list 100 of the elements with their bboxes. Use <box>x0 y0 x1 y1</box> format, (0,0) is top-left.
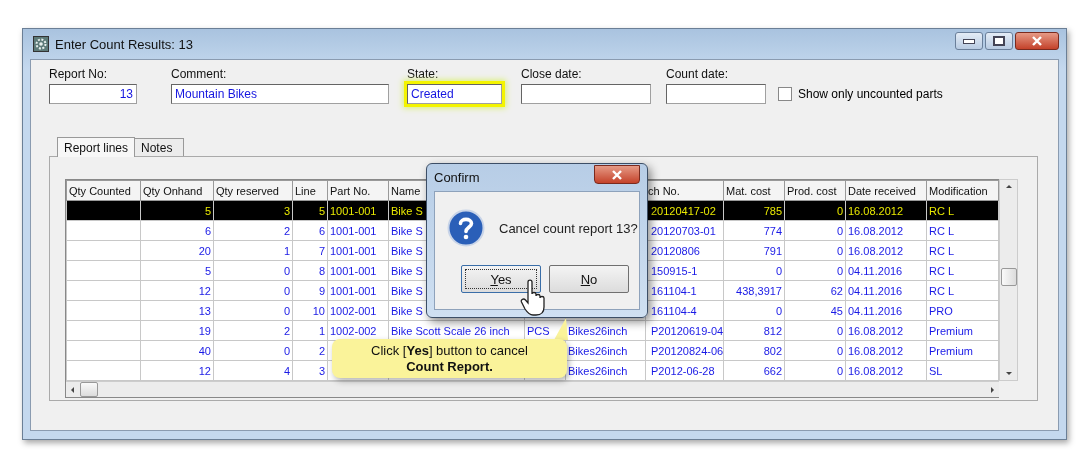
table-cell: SL <box>929 364 943 377</box>
table-cell: 5 <box>204 204 211 217</box>
table-cell: 0 <box>836 364 843 377</box>
table-cell: 12 <box>198 284 211 297</box>
table-cell: 1001-001 <box>330 244 377 257</box>
table-cell: 45 <box>830 304 843 317</box>
input-field[interactable]: 13 <box>49 84 137 104</box>
table-cell: Bike Scott Scale 26 inch <box>391 324 510 337</box>
checkbox-label: Show only uncounted parts <box>798 87 943 101</box>
scroll-thumb[interactable] <box>80 382 98 397</box>
table-cell: 8 <box>318 264 325 277</box>
table-cell: 0 <box>836 204 843 217</box>
table-cell: 6 <box>318 224 325 237</box>
table-cell: PCS <box>527 324 550 337</box>
table-cell: 04.11.2016 <box>848 284 903 297</box>
table-cell: 16.08.2012 <box>848 324 904 337</box>
table-cell: 20120806 <box>651 244 700 257</box>
field-label: Report No: <box>49 67 109 81</box>
table-cell: 5 <box>318 204 325 217</box>
table-cell: 0 <box>836 344 843 357</box>
table-cell: 812 <box>763 324 782 337</box>
maximize-button[interactable] <box>985 32 1013 50</box>
table-cell: 10 <box>312 304 325 317</box>
table-cell: 1 <box>283 244 290 257</box>
checkbox[interactable] <box>778 87 792 101</box>
table-cell: 0 <box>775 264 782 277</box>
gear-icon <box>33 36 49 52</box>
table-cell: 0 <box>283 264 290 277</box>
table-cell: Bike S <box>391 244 423 257</box>
callout-text: Click [Yes] button to cancel Count Report. <box>370 342 529 375</box>
dialog-button[interactable]: No <box>549 265 629 293</box>
table-cell: Bikes26inch <box>568 324 628 337</box>
table-cell: 1001-001 <box>330 284 377 297</box>
close-icon <box>611 169 623 180</box>
table-cell: 16.08.2012 <box>848 244 904 257</box>
table-cell: 2 <box>283 324 290 337</box>
table-cell: 2 <box>318 344 325 357</box>
table-cell: 40 <box>198 344 211 357</box>
table-cell: Bike S <box>391 204 423 217</box>
table-cell: 0 <box>836 324 843 337</box>
table-cell: 20120703-01 <box>651 224 716 237</box>
table-cell: RC L <box>929 244 955 257</box>
horizontal-scrollbar[interactable] <box>66 381 999 397</box>
vertical-scrollbar[interactable] <box>999 179 1018 381</box>
field-label: Count date: <box>666 67 730 81</box>
table-cell: 16.08.2012 <box>848 224 904 237</box>
table-cell: 16.08.2012 <box>848 364 904 377</box>
table-cell: 774 <box>763 224 782 237</box>
table-cell: 802 <box>763 344 782 357</box>
table-cell: 0 <box>283 304 290 317</box>
column-header[interactable]: Name <box>391 184 421 197</box>
close-button[interactable] <box>1015 32 1059 50</box>
table-cell: 785 <box>763 204 782 217</box>
table-cell: Premium <box>929 324 973 337</box>
table-cell: 16.08.2012 <box>848 204 904 217</box>
tab[interactable]: Report lines <box>57 137 136 157</box>
table-cell: Bike S <box>391 304 423 317</box>
table-cell: 1001-001 <box>330 204 377 217</box>
input-field[interactable] <box>666 84 766 104</box>
table-cell: 0 <box>836 224 843 237</box>
table-cell: P2012-06-28 <box>651 364 715 377</box>
table-cell: Bikes26inch <box>568 344 628 357</box>
minimize-button[interactable] <box>955 32 983 50</box>
table-cell: 5 <box>204 264 211 277</box>
field-label: Close date: <box>521 67 583 81</box>
table-cell: 1001-001 <box>330 224 377 237</box>
table-cell: 0 <box>836 244 843 257</box>
input-field[interactable]: Mountain Bikes <box>171 84 389 104</box>
table-cell: 2 <box>283 224 290 237</box>
table-cell: Bikes26inch <box>568 364 628 377</box>
table-cell: RC L <box>929 264 955 277</box>
window-title: Enter Count Results: 13 <box>55 36 194 52</box>
table-cell: Bike S <box>391 264 423 277</box>
table-cell: 19 <box>198 324 211 337</box>
table-cell: 3 <box>283 204 290 217</box>
table-cell: 0 <box>283 284 290 297</box>
table-cell: 161104-1 <box>651 284 697 297</box>
dialog-button[interactable]: Yes <box>461 265 541 293</box>
table-cell: 791 <box>763 244 782 257</box>
table-cell: 161104-4 <box>651 304 697 317</box>
table-cell: RC L <box>929 204 955 217</box>
table-cell: RC L <box>929 224 955 237</box>
input-field[interactable]: Created <box>407 84 502 104</box>
tab[interactable]: Notes <box>134 138 185 156</box>
table-cell: PRO <box>929 304 953 317</box>
table-cell: 6 <box>204 224 211 237</box>
field-label: Comment: <box>171 67 228 81</box>
table-cell: Bike S <box>391 284 423 297</box>
table-cell: 1002-001 <box>330 304 377 317</box>
table-cell: 0 <box>283 344 290 357</box>
table-cell: 20 <box>198 244 211 257</box>
input-field[interactable] <box>521 84 651 104</box>
table-cell: 662 <box>763 364 782 377</box>
table-cell: 12 <box>198 364 211 377</box>
scroll-thumb[interactable] <box>1000 268 1017 286</box>
close-button[interactable] <box>594 165 640 184</box>
field-label: State: <box>407 67 440 81</box>
table-cell: 13 <box>198 304 211 317</box>
table-cell: 1002-002 <box>330 324 377 337</box>
question-icon <box>447 209 485 247</box>
